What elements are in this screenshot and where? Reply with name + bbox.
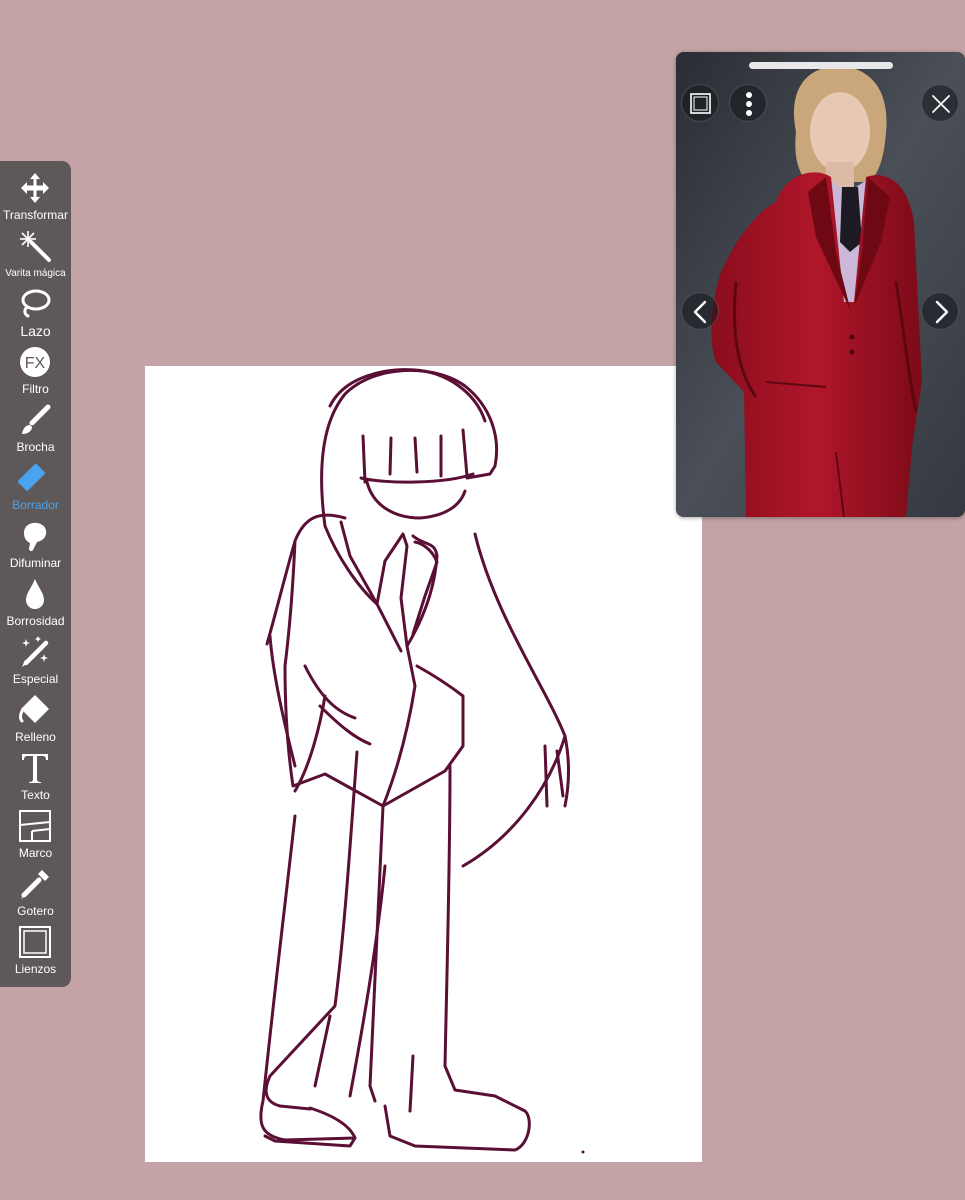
text-icon xyxy=(22,754,48,783)
move-arrows-icon xyxy=(21,173,49,203)
window-drag-handle[interactable] xyxy=(749,62,893,69)
eyedropper-icon xyxy=(21,870,49,899)
tool-borrosidad[interactable]: Borrosidad xyxy=(0,567,71,628)
character-sketch xyxy=(259,368,585,1154)
reference-window[interactable] xyxy=(676,52,965,517)
previous-image-button[interactable] xyxy=(681,292,719,330)
tool-label: Lienzos xyxy=(14,962,57,976)
tool-relleno[interactable]: Relleno xyxy=(0,683,71,744)
close-icon xyxy=(932,95,950,113)
canvas-icon xyxy=(19,926,51,958)
eraser-icon xyxy=(18,463,45,491)
more-vertical-icon xyxy=(746,92,752,116)
lasso-icon xyxy=(21,289,51,318)
tool-varita-magica[interactable]: Varita mágica xyxy=(0,219,71,279)
blur-drop-icon xyxy=(26,579,44,609)
tool-borrador[interactable]: Borrador xyxy=(0,451,71,512)
frame-icon xyxy=(19,810,51,842)
tool-especial[interactable]: Especial xyxy=(0,625,71,686)
tool-brocha[interactable]: Brocha xyxy=(0,393,71,454)
window-frame-icon xyxy=(690,93,711,114)
brush-icon xyxy=(22,404,51,434)
tool-gotero[interactable]: Gotero xyxy=(0,857,71,918)
smudge-finger-icon xyxy=(24,522,47,552)
close-button[interactable] xyxy=(921,84,959,122)
tool-marco[interactable]: Marco xyxy=(0,799,71,860)
fx-icon: FX xyxy=(20,347,50,377)
tool-difuminar[interactable]: Difuminar xyxy=(0,509,71,570)
next-image-button[interactable] xyxy=(921,292,959,330)
tool-lienzos[interactable]: Lienzos xyxy=(0,915,71,976)
tool-lazo[interactable]: Lazo xyxy=(0,277,71,338)
tool-palette: Transformar Varita mágica Lazo FX Filtro… xyxy=(0,161,71,987)
magic-wand-icon xyxy=(20,231,51,262)
tool-transformar[interactable]: Transformar xyxy=(0,161,71,222)
fill-bucket-icon xyxy=(19,695,49,723)
window-frame-button[interactable] xyxy=(681,84,719,122)
svg-text:FX: FX xyxy=(25,355,46,372)
more-options-button[interactable] xyxy=(729,84,767,122)
tool-texto[interactable]: Texto xyxy=(0,741,71,802)
chevron-right-icon xyxy=(935,300,949,324)
drawing-canvas[interactable] xyxy=(145,366,702,1162)
tool-filtro[interactable]: FX Filtro xyxy=(0,335,71,396)
chevron-left-icon xyxy=(693,300,707,324)
special-pen-icon xyxy=(22,636,49,667)
